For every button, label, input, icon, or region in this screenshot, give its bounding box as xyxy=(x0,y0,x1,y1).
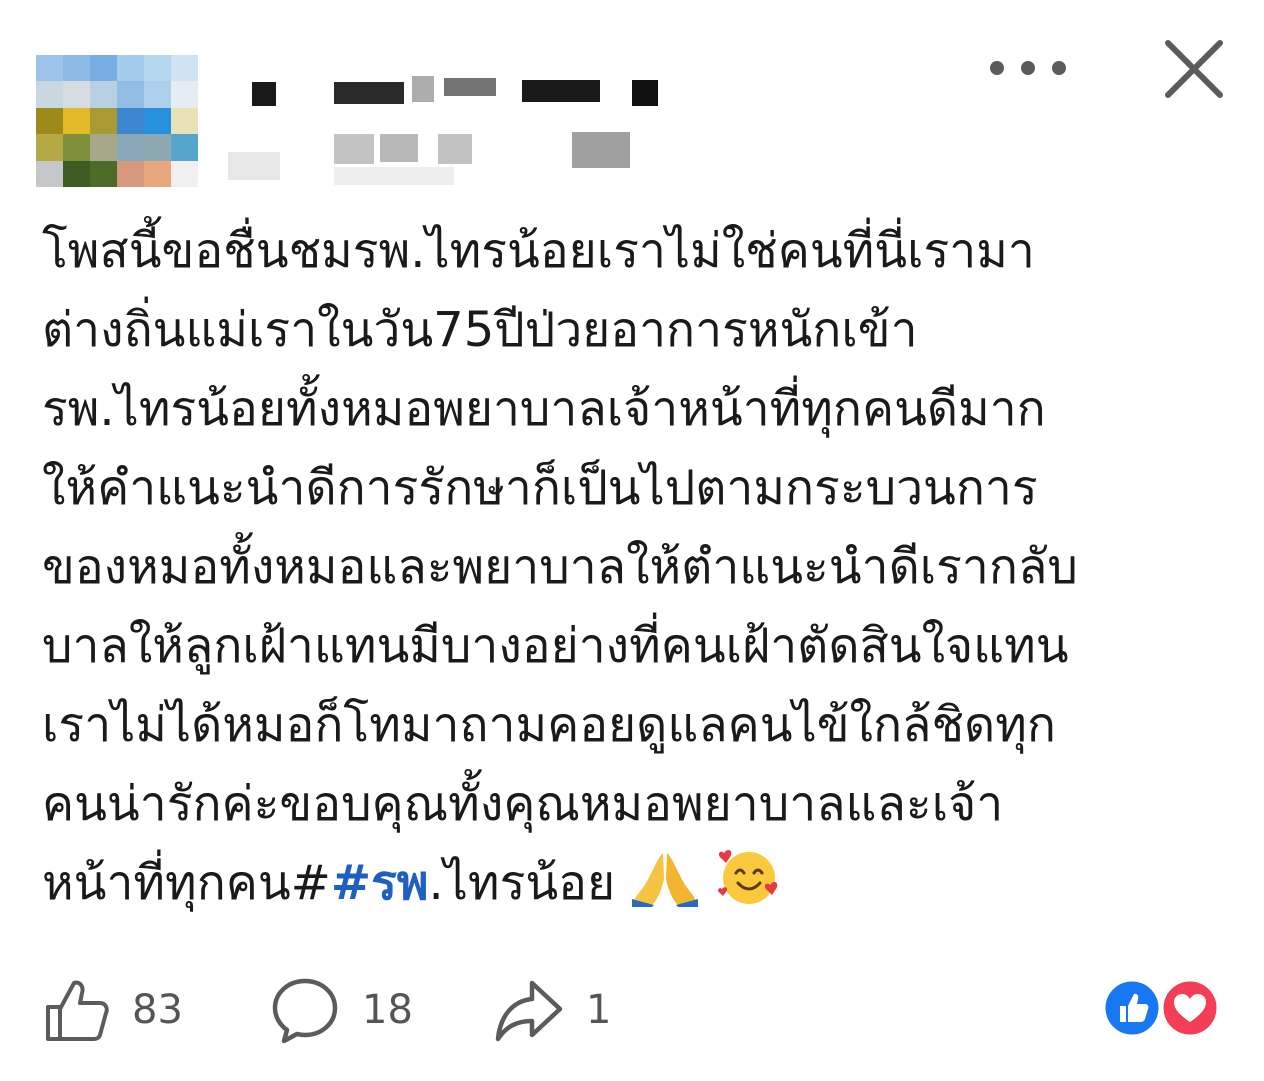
post-line: ของหมอทั้งหมอและพยาบาลให้ตำแนะนำดีเรากลั… xyxy=(42,539,1078,595)
comment-bubble-icon xyxy=(272,978,338,1044)
avatar-pixel xyxy=(171,55,198,82)
post-line: คนน่ารักค่ะขอบคุณทั้งคุณหมอพยาบาลและเจ้า xyxy=(42,776,1004,832)
smiling-face-with-hearts-emoji xyxy=(717,850,777,904)
avatar-pixel xyxy=(171,160,198,187)
avatar-pixel xyxy=(36,55,63,82)
comment-count: 18 xyxy=(362,987,413,1033)
post-text: โพสนี้ขอชื่นชมรพ.ไทรน้อยเราไม่ใช่คนที่นี… xyxy=(42,212,1232,923)
avatar-pixel xyxy=(144,107,171,135)
avatar-pixel xyxy=(144,160,171,187)
avatar-pixel xyxy=(36,107,63,135)
post-line-suffix: .ไทรน้อย xyxy=(428,855,616,911)
avatar-pixel xyxy=(36,81,63,108)
avatar-pixel xyxy=(171,81,198,108)
avatar-pixel xyxy=(63,55,90,82)
avatar-pixel xyxy=(63,160,90,187)
post-line: ต่างถิ่นแม่เราในวัน75ปีป่วยอาการหนักเข้า xyxy=(42,302,918,358)
share-arrow-icon xyxy=(495,980,563,1042)
avatar-pixel xyxy=(144,55,171,82)
avatar-pixel xyxy=(117,55,144,82)
folded-hands-emoji xyxy=(632,853,699,907)
share-button[interactable]: 1 xyxy=(494,970,611,1050)
post-line: ให้คำแนะนำดีการรักษาก็เป็นไปตามกระบวนการ xyxy=(42,460,1038,516)
more-options-icon[interactable] xyxy=(990,50,1066,86)
comment-button[interactable]: 18 xyxy=(270,970,413,1050)
avatar-pixel xyxy=(36,134,63,161)
avatar-pixel xyxy=(144,81,171,108)
profile-name-blurred[interactable] xyxy=(222,62,672,192)
avatar-pixel xyxy=(63,107,90,135)
avatar-pixel xyxy=(90,160,117,187)
avatar-pixel xyxy=(171,134,198,161)
avatar-pixel xyxy=(90,107,117,135)
avatar-pixel xyxy=(171,107,198,135)
post-line: รพ.ไทรน้อยทั้งหมอพยาบาลเจ้าหน้าที่ทุกคนด… xyxy=(42,381,1046,437)
avatar-pixel xyxy=(36,160,63,187)
avatar-pixel xyxy=(117,134,144,161)
action-bar: 83 18 1 xyxy=(0,970,1264,1050)
like-count: 83 xyxy=(132,987,183,1033)
share-count: 1 xyxy=(586,987,612,1033)
thumbs-up-icon xyxy=(46,980,109,1041)
close-icon[interactable] xyxy=(1162,37,1226,101)
avatar-pixel xyxy=(117,107,144,135)
profile-avatar[interactable] xyxy=(36,55,198,187)
avatar-pixel xyxy=(90,55,117,82)
avatar-pixel xyxy=(117,160,144,187)
like-button[interactable]: 83 xyxy=(44,970,183,1050)
post-line: เราไม่ได้หมอก็โทมาถามคอยดูแลคนไข้ใกล้ชิด… xyxy=(42,697,1056,753)
avatar-pixel xyxy=(63,134,90,161)
hashtag-link[interactable]: #รพ xyxy=(331,855,429,911)
avatar-pixel xyxy=(90,81,117,108)
reaction-badges[interactable] xyxy=(1102,978,1220,1038)
avatar-pixel xyxy=(144,134,171,161)
post-line-prefix: หน้าที่ทุกคน# xyxy=(42,855,331,911)
post-last-line: หน้าที่ทุกคน##รพ.ไทรน้อย xyxy=(42,844,1232,923)
avatar-pixel xyxy=(117,81,144,108)
post-line: โพสนี้ขอชื่นชมรพ.ไทรน้อยเราไม่ใช่คนที่นี… xyxy=(42,223,1035,279)
avatar-pixel xyxy=(90,134,117,161)
avatar-pixel xyxy=(63,81,90,108)
post-line: บาลให้ลูกเฝ้าแทนมีบางอย่างที่คนเฝ้าตัดสิ… xyxy=(42,618,1069,674)
